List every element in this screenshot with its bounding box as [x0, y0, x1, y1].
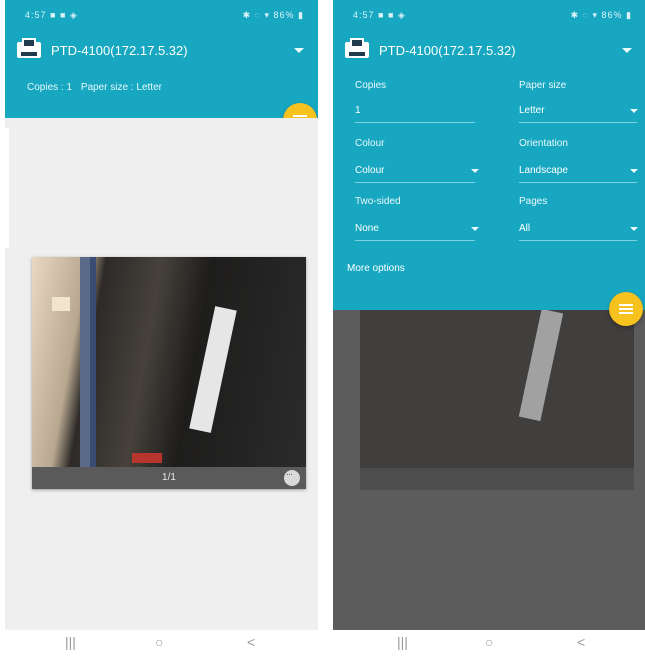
copies-label: Copies: [355, 80, 387, 91]
status-right: ✱ ◌ ▾ 86% ▮: [570, 10, 632, 20]
chevron-down-icon[interactable]: [471, 169, 479, 173]
summary-copies: Copies : 1: [27, 82, 73, 93]
dimmed-page-preview: [360, 310, 634, 490]
page-number: 1/1: [162, 472, 176, 483]
chevron-down-icon[interactable]: [630, 227, 638, 231]
chevron-down-icon[interactable]: [630, 169, 638, 173]
edge-panel: [5, 128, 9, 248]
more-options-link[interactable]: More options: [347, 263, 405, 274]
print-options-panel: PTD-4100(172.17.5.32) Copies 1 Paper siz…: [333, 30, 645, 310]
status-left: 4:57 ■ ■ ◈: [25, 10, 78, 20]
chevron-down-icon[interactable]: [630, 109, 638, 113]
status-bar: 4:57 ■ ■ ◈ ✱ ◌ ▾ 86% ▮: [5, 0, 318, 30]
pages-underline: [519, 240, 637, 241]
back-button[interactable]: <: [247, 634, 255, 650]
recent-apps-button[interactable]: |||: [65, 634, 76, 650]
paper-size-underline: [519, 122, 637, 123]
status-right: ✱ ◌ ▾ 86% ▮: [242, 10, 304, 20]
pages-select[interactable]: All: [519, 223, 530, 234]
system-nav-bar: ||| ○ <: [333, 630, 645, 657]
printer-selector[interactable]: PTD-4100(172.17.5.32): [379, 43, 516, 58]
paper-size-label: Paper size: [519, 80, 567, 91]
colour-underline: [355, 182, 475, 183]
page-preview[interactable]: 1/1: [32, 257, 306, 489]
chevron-down-icon[interactable]: [294, 48, 304, 53]
chevron-down-icon[interactable]: [622, 48, 632, 53]
printer-icon: [345, 38, 369, 60]
two-sided-label: Two-sided: [355, 196, 401, 207]
preview-image: [32, 257, 306, 467]
orientation-label: Orientation: [519, 138, 568, 149]
recent-apps-button[interactable]: |||: [397, 634, 408, 650]
copies-underline: [355, 122, 475, 123]
copies-input[interactable]: 1: [355, 105, 361, 116]
back-button[interactable]: <: [577, 634, 585, 650]
summary-paper-size: Paper size : Letter: [80, 82, 162, 93]
two-sided-underline: [355, 240, 475, 241]
print-screen-expanded: 4:57 ■ ■ ◈ ✱ ◌ ▾ 86% ▮ PTD-4100(172.17.5…: [333, 0, 645, 657]
printer-icon: [17, 38, 41, 60]
orientation-underline: [519, 182, 637, 183]
orientation-select[interactable]: Landscape: [519, 165, 568, 176]
preview-footer: 1/1: [32, 467, 306, 489]
home-button[interactable]: ○: [155, 634, 163, 650]
print-icon: [619, 304, 633, 314]
more-horizontal-icon[interactable]: [284, 469, 300, 486]
colour-select[interactable]: Colour: [355, 165, 384, 176]
two-sided-select[interactable]: None: [355, 223, 379, 234]
chevron-down-icon[interactable]: [471, 227, 479, 231]
pages-label: Pages: [519, 196, 548, 207]
print-button[interactable]: [609, 292, 643, 326]
colour-label: Colour: [355, 138, 385, 149]
print-header: PTD-4100(172.17.5.32) Copies : 1 Paper s…: [5, 30, 318, 118]
home-button[interactable]: ○: [485, 634, 493, 650]
status-bar: 4:57 ■ ■ ◈ ✱ ◌ ▾ 86% ▮: [333, 0, 645, 30]
paper-size-select[interactable]: Letter: [519, 105, 545, 116]
printer-selector[interactable]: PTD-4100(172.17.5.32): [51, 43, 188, 58]
print-summary[interactable]: Copies : 1 Paper size : Letter: [27, 82, 168, 93]
print-screen-collapsed: 4:57 ■ ■ ◈ ✱ ◌ ▾ 86% ▮ PTD-4100(172.17.5…: [5, 0, 318, 657]
system-nav-bar: ||| ○ <: [5, 630, 318, 657]
status-left: 4:57 ■ ■ ◈: [353, 10, 406, 20]
